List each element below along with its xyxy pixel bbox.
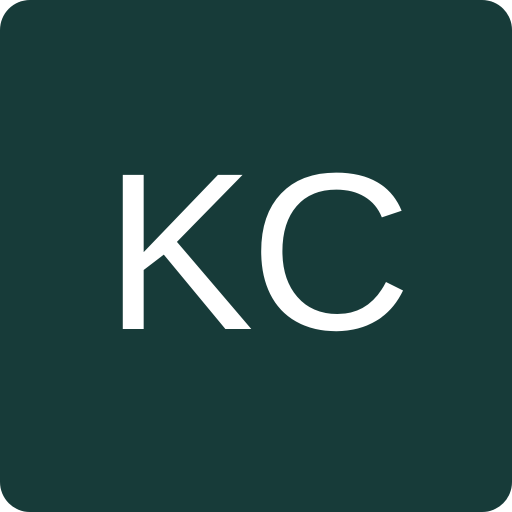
avatar: KC	[0, 0, 512, 512]
avatar-initials: KC	[104, 127, 411, 377]
